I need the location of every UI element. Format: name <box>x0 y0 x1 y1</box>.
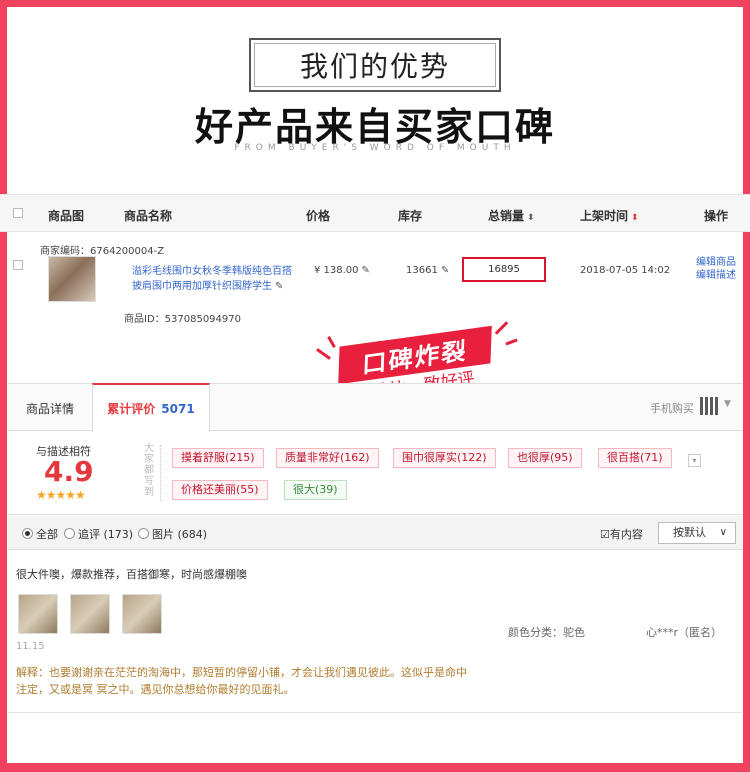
review-date: 11.15 <box>16 641 45 652</box>
review-photo[interactable] <box>70 594 110 634</box>
row-checkbox[interactable] <box>13 260 23 270</box>
filter-images-radio[interactable] <box>138 528 149 539</box>
sort-select-value: 按默认 <box>673 526 706 539</box>
impression-tag[interactable]: 很大(39) <box>284 480 347 500</box>
mobile-buy-label: 手机购买 <box>650 402 694 415</box>
col-listed[interactable]: 上架时间 ⬍ <box>580 207 639 224</box>
review-filter-bar: 全部 追评 (173) 图片 (684) ☑有内容 按默认 ∨ <box>8 516 742 550</box>
qr-code-icon[interactable] <box>700 397 718 415</box>
tab-detail-label: 商品详情 <box>25 401 74 416</box>
review-text: 很大件噢，爆款推荐，百搭御寒，时尚感爆棚噢 <box>16 568 247 581</box>
badge-title: 我们的优势 <box>254 43 496 87</box>
sort-select[interactable]: 按默认 ∨ <box>658 522 736 544</box>
listed-time: 2018-07-05 14:02 <box>580 265 671 276</box>
col-listed-label: 上架时间 <box>580 209 629 223</box>
product-image[interactable] <box>48 256 96 302</box>
stock-value: 13661 <box>406 265 438 276</box>
review-photo[interactable] <box>122 594 162 634</box>
seller-reply-line1: 解释：也要谢谢亲在茫茫的淘海中，那短暂的停留小铺，才会让我们遇见彼此。这似乎是命… <box>16 666 467 679</box>
product-id: 商品ID：537085094970 <box>124 314 241 325</box>
col-sales[interactable]: 总销量 ⬍ <box>488 207 535 224</box>
tab-reviews-label: 累计评价 <box>107 402 156 416</box>
edit-price-icon[interactable]: ✎ <box>362 265 370 276</box>
product-name-link[interactable]: 溢彩毛线围巾女秋冬季韩版纯色百搭 披肩围巾两用加厚针织围脖学生 ✎ <box>132 264 292 294</box>
col-image: 商品图 <box>48 209 85 223</box>
impressions-label: 大家都写到 <box>144 443 154 498</box>
tab-product-detail[interactable]: 商品详情 <box>8 384 92 432</box>
impression-tag[interactable]: 也很厚(95) <box>508 448 582 468</box>
edit-stock-icon[interactable]: ✎ <box>441 265 449 276</box>
star-rating-icon: ★★★★★ <box>36 488 86 502</box>
badge-title-box: 我们的优势 <box>249 38 501 92</box>
expand-tags-icon[interactable]: ▾ <box>688 454 701 467</box>
chevron-down-icon: ∨ <box>719 527 727 538</box>
price-cell: ¥ 138.00 ✎ <box>314 265 370 276</box>
sales-value: 16895 <box>488 264 520 275</box>
tab-reviews-count: 5071 <box>161 401 195 416</box>
col-stock: 库存 <box>398 209 423 223</box>
col-name: 商品名称 <box>124 209 173 223</box>
filter-followup-radio[interactable] <box>64 528 75 539</box>
product-table-header: 商品图 商品名称 价格 库存 总销量 ⬍ 上架时间 ⬍ 操作 <box>0 194 750 232</box>
price-value: ¥ 138.00 <box>314 265 359 276</box>
impression-tag[interactable]: 围巾很厚实(122) <box>393 448 496 468</box>
divider <box>8 712 742 713</box>
review-tabs: 商品详情 累计评价 5071 手机购买 <box>8 383 742 432</box>
has-content-label: 有内容 <box>609 528 643 541</box>
tab-reviews[interactable]: 累计评价 5071 <box>92 383 210 432</box>
impression-tag[interactable]: 质量非常好(162) <box>276 448 379 468</box>
score-value: 4.9 <box>44 455 94 488</box>
col-sales-label: 总销量 <box>488 209 525 223</box>
seller-reply-line2: 注定，又或是冥 冥之中。遇见你总想给你最好的见面礼。 <box>16 683 295 696</box>
review-user: 心***r（匿名） <box>646 626 723 639</box>
has-content-toggle[interactable]: ☑有内容 <box>600 526 643 542</box>
subline: FROM BUYER'S WORD OF MOUTH <box>234 143 516 153</box>
sort-desc-icon: ⬍ <box>631 213 639 223</box>
stock-cell: 13661 ✎ <box>406 265 449 276</box>
review-photo[interactable] <box>18 594 58 634</box>
col-price: 价格 <box>306 209 331 223</box>
impression-tag[interactable]: 摸着舒服(215) <box>172 448 264 468</box>
sales-highlight-box: 16895 <box>462 257 546 282</box>
filter-followup-label[interactable]: 追评 (173) <box>78 526 133 542</box>
filter-all-label[interactable]: 全部 <box>36 526 58 542</box>
seller-reply: 解释：也要谢谢亲在茫茫的淘海中，那短暂的停留小铺，才会让我们遇见彼此。这似乎是命… <box>16 664 486 698</box>
impression-tag[interactable]: 很百搭(71) <box>598 448 672 468</box>
divider <box>160 445 161 501</box>
review-color-variant: 颜色分类：驼色 <box>508 626 585 639</box>
col-action: 操作 <box>704 209 729 223</box>
select-all-checkbox[interactable] <box>13 208 23 218</box>
rating-summary: 与描述相符 4.9 ★★★★★ 大家都写到 摸着舒服(215) 质量非常好(16… <box>8 431 742 515</box>
row-actions: 编辑商品 编辑描述 <box>696 256 736 282</box>
edit-product-link[interactable]: 编辑商品 <box>696 256 736 269</box>
product-name-line2: 披肩围巾两用加厚针织围脖学生 <box>132 281 272 292</box>
chevron-down-icon[interactable]: ▼ <box>724 399 731 409</box>
sort-icon: ⬍ <box>527 213 535 223</box>
filter-images-label[interactable]: 图片 (684) <box>152 526 207 542</box>
filter-all-radio[interactable] <box>22 528 33 539</box>
checkbox-checked-icon: ☑ <box>600 528 610 541</box>
edit-pencil-icon[interactable]: ✎ <box>275 281 283 292</box>
mobile-buy[interactable]: 手机购买 <box>650 384 694 432</box>
impression-tag[interactable]: 价格还美丽(55) <box>172 480 268 500</box>
edit-description-link[interactable]: 编辑描述 <box>696 269 736 282</box>
product-name-line1: 溢彩毛线围巾女秋冬季韩版纯色百搭 <box>132 266 292 277</box>
merchant-code: 商家编码：6764200004-Z <box>40 246 165 257</box>
